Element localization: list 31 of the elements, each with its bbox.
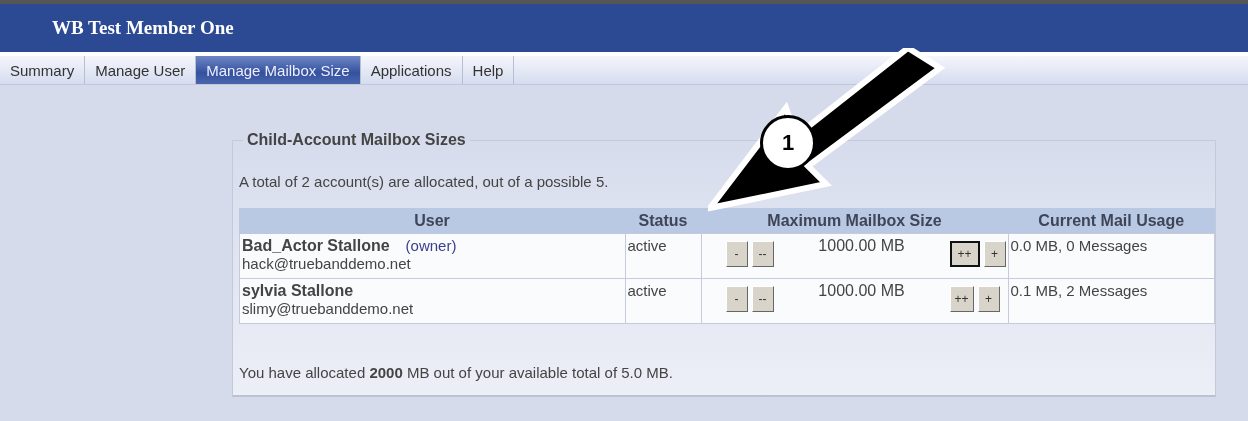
status-text: active xyxy=(627,237,667,254)
user-name: Bad_Actor Stallone xyxy=(242,236,390,255)
increase-button[interactable]: + xyxy=(983,241,1006,267)
tab[interactable]: Manage Mailbox Size xyxy=(196,56,361,84)
panel-title: Child-Account Mailbox Sizes xyxy=(246,131,467,149)
column-header: User xyxy=(239,208,625,234)
status-text: active xyxy=(627,282,667,299)
decrease-button[interactable]: -- xyxy=(751,286,774,312)
user-name: sylvia Stallone xyxy=(242,281,354,300)
increase-button[interactable]: ++ xyxy=(949,286,974,312)
column-header: Maximum Mailbox Size xyxy=(701,208,1008,234)
increase-button[interactable]: ++ xyxy=(949,241,980,267)
allocation-text: You have allocated 2000 MB out of your available total of 5.0 MB. xyxy=(239,364,674,381)
tab[interactable]: Summary xyxy=(0,56,86,84)
column-header: Current Mail Usage xyxy=(1008,208,1215,234)
usage-text: 0.0 MB, 0 Messages xyxy=(1010,237,1148,254)
tab[interactable]: Help xyxy=(462,56,515,84)
column-header: Status xyxy=(625,208,701,234)
decrease-button[interactable]: -- xyxy=(751,241,774,267)
user-email: hack@truebanddemo.net xyxy=(242,254,412,272)
page-title: WB Test Member One xyxy=(52,17,234,39)
usage-text: 0.1 MB, 2 Messages xyxy=(1010,282,1148,299)
decrease-button[interactable]: - xyxy=(725,241,748,267)
decrease-button[interactable]: - xyxy=(725,286,748,312)
user-email: slimy@truebanddemo.net xyxy=(242,299,415,317)
tab[interactable]: Applications xyxy=(360,56,463,84)
summary-text: A total of 2 account(s) are allocated, out of a possible 5. xyxy=(239,173,610,190)
role-label: (owner) xyxy=(405,236,457,255)
size-value: 1000.00 MB xyxy=(817,237,906,255)
size-value: 1000.00 MB xyxy=(817,282,906,300)
increase-button[interactable]: + xyxy=(977,286,1000,312)
